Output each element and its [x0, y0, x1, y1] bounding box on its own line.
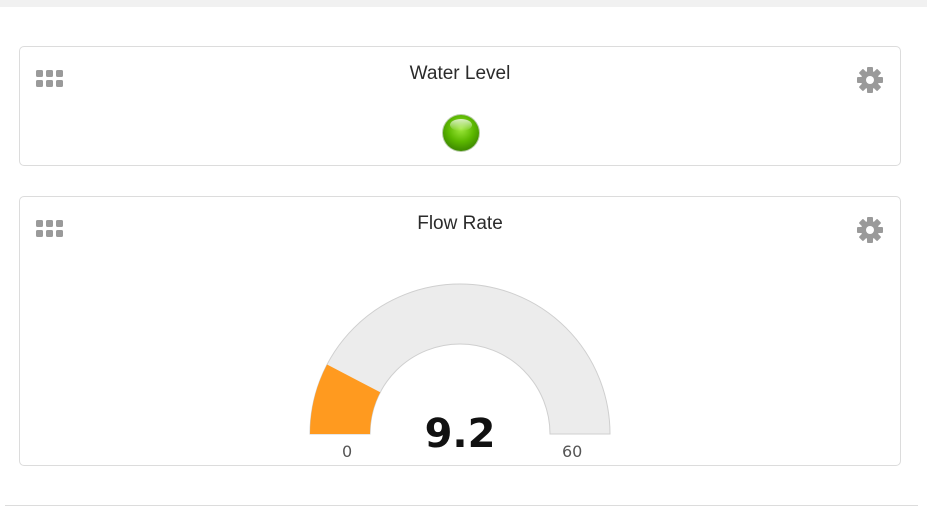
settings-gear-icon[interactable] — [856, 66, 884, 94]
water-level-led-indicator — [441, 113, 481, 153]
widget-title: Water Level — [409, 63, 511, 84]
widget-title: Flow Rate — [417, 213, 503, 234]
gauge-max-label: 60 — [562, 442, 583, 461]
flow-rate-widget: Flow Rate 9.2 0 60 — [19, 196, 901, 466]
gauge-value: 9.2 — [424, 411, 496, 457]
settings-gear-icon[interactable] — [856, 216, 884, 244]
top-strip — [0, 0, 927, 7]
water-level-widget: Water Level — [19, 46, 901, 166]
gauge-min-label: 0 — [342, 442, 353, 461]
bottom-divider — [5, 505, 918, 506]
